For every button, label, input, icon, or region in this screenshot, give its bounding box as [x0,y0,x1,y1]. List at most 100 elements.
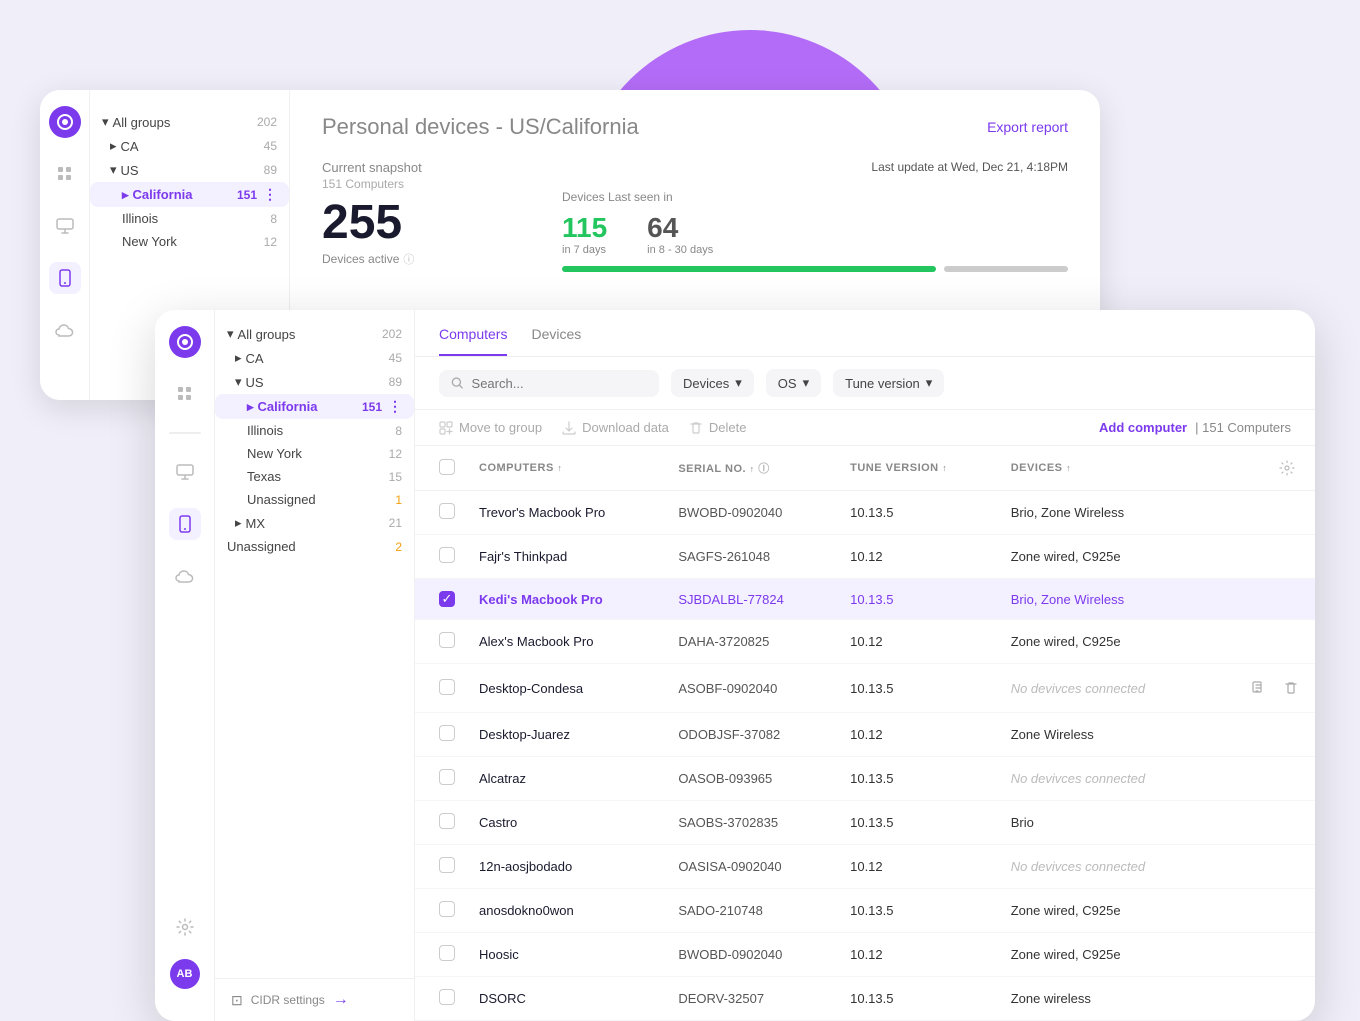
row-checkbox[interactable] [439,769,455,785]
devices-chevron-icon: ▾ [735,375,742,391]
table-row[interactable]: Fajr's ThinkpadSAGFS-26104810.12Zone wir… [415,535,1315,579]
row-edit-icon[interactable] [1247,676,1271,700]
table-row[interactable]: Alex's Macbook ProDAHA-372082510.12Zone … [415,620,1315,664]
row-checkbox-cell [415,757,467,801]
table-row[interactable]: HoosicBWOBD-090204010.12Zone wired, C925… [415,933,1315,977]
row-checkbox[interactable] [439,857,455,873]
front-tree-texas[interactable]: Texas 15 [215,465,414,488]
table-row[interactable]: Trevor's Macbook ProBWOBD-090204010.13.5… [415,491,1315,535]
back-device-icon[interactable] [49,262,81,294]
progress-bar-green [562,266,936,272]
front-tree-newyork[interactable]: New York 12 [215,442,414,465]
row-checkbox[interactable] [439,679,455,695]
row-checkbox[interactable] [439,725,455,741]
stat-gray-days: in 8 - 30 days [647,244,713,256]
row-actions [1221,676,1303,700]
row-checkbox[interactable] [439,945,455,961]
back-tree-illinois[interactable]: Illinois 8 [90,207,289,230]
front-logo-icon[interactable] [169,326,201,358]
table-row[interactable]: AlcatrazOASOB-09396510.13.5No devivces c… [415,757,1315,801]
export-report-button[interactable]: Export report [987,119,1068,135]
row-delete-icon[interactable] [1279,676,1303,700]
add-computer-button[interactable]: Add computer [1099,420,1187,435]
th-serial[interactable]: SERIAL NO. ↑ ⓘ [666,446,838,491]
front-avatar[interactable]: AB [170,959,200,989]
table-row[interactable]: anosdokno0wonSADO-21074810.13.5Zone wire… [415,889,1315,933]
back-sidebar-icons [40,90,90,400]
th-tune[interactable]: TUNE VERSION ↑ [838,446,999,491]
row-checkbox-cell: ✓ [415,579,467,620]
filters-row: Devices ▾ OS ▾ Tune version ▾ [415,357,1315,410]
search-input[interactable] [472,376,647,391]
serial-info-icon: ⓘ [758,463,770,475]
stat-gray: 64 in 8 - 30 days [647,212,713,256]
row-tune-version: 10.12 [838,933,999,977]
back-monitor-icon[interactable] [49,210,81,242]
table-row[interactable]: CastroSAOBS-370283510.13.5Brio [415,801,1315,845]
select-all-checkbox[interactable] [439,459,455,475]
devices-filter-button[interactable]: Devices ▾ [671,369,754,397]
front-device-icon[interactable] [169,508,201,540]
front-gear-icon[interactable] [169,911,201,943]
row-checkbox[interactable]: ✓ [439,591,455,607]
table-row[interactable]: Desktop-JuarezODOBJSF-3708210.12Zone Wir… [415,713,1315,757]
front-tree-ca[interactable]: ▸CA 45 [215,346,414,370]
front-tree-california[interactable]: ▸California 151 ⋮ [215,394,414,419]
front-tree-allgroups[interactable]: ▾All groups 202 [215,322,414,346]
th-devices[interactable]: DEVICES ↑ [999,446,1209,491]
front-main: Computers Devices Devices ▾ OS ▾ Tune ve [415,310,1315,1021]
front-tree-us[interactable]: ▾US 89 [215,370,414,394]
row-checkbox[interactable] [439,503,455,519]
th-actions [1209,446,1315,491]
back-tree-us[interactable]: ▾US 89 [90,158,289,182]
front-cloud-icon[interactable] [169,560,201,592]
back-tree-allgroups[interactable]: ▾All groups 202 [90,110,289,134]
tab-devices[interactable]: Devices [531,326,581,356]
row-checkbox[interactable] [439,901,455,917]
table-row[interactable]: Desktop-CondesaASOBF-090204010.13.5No de… [415,664,1315,713]
front-tree-unassigned2[interactable]: Unassigned 2 [215,535,414,558]
last-update: Last update at Wed, Dec 21, 4:18PM [562,160,1068,174]
th-computers[interactable]: COMPUTERS ↑ [467,446,666,491]
row-tune-version: 10.12 [838,620,999,664]
back-grid-icon[interactable] [49,158,81,190]
row-actions-cell [1209,713,1315,757]
front-tree-mx[interactable]: ▸MX 21 [215,511,414,535]
row-actions-cell [1209,845,1315,889]
row-checkbox[interactable] [439,813,455,829]
search-box[interactable] [439,370,659,397]
row-devices: Zone Wireless [999,713,1209,757]
front-tree-unassigned1[interactable]: Unassigned 1 [215,488,414,511]
download-data-button[interactable]: Download data [562,420,669,435]
row-checkbox[interactable] [439,632,455,648]
back-logo-icon[interactable] [49,106,81,138]
front-tree-illinois[interactable]: Illinois 8 [215,419,414,442]
cidr-settings-bar[interactable]: ⊡ CIDR settings → [215,978,415,1021]
back-tree-newyork[interactable]: New York 12 [90,230,289,253]
row-devices: No devivces connected [999,757,1209,801]
table-row[interactable]: DSORCDEORV-3250710.13.5Zone wireless [415,977,1315,1021]
table-row[interactable]: ✓Kedi's Macbook ProSJBDALBL-7782410.13.5… [415,579,1315,620]
row-devices: No devivces connected [999,664,1209,713]
stat-green-days: in 7 days [562,244,607,256]
move-to-group-button[interactable]: Move to group [439,420,542,435]
row-computer-name: Kedi's Macbook Pro [467,579,666,620]
back-cloud-icon[interactable] [49,314,81,346]
table-row[interactable]: 12n-aosjbodadoOASISA-090204010.12No devi… [415,845,1315,889]
back-tree-california[interactable]: ▸California 151 ⋮ [90,182,289,207]
tune-version-filter-button[interactable]: Tune version ▾ [833,369,944,397]
row-checkbox-cell [415,713,467,757]
tune-sort-icon: ↑ [942,463,947,473]
tab-computers[interactable]: Computers [439,326,507,356]
row-checkbox[interactable] [439,989,455,1005]
delete-button[interactable]: Delete [689,420,747,435]
table-gear-icon[interactable] [1221,456,1303,480]
front-grid-icon[interactable] [169,378,201,410]
back-tree-ca[interactable]: ▸CA 45 [90,134,289,158]
row-devices: Brio, Zone Wireless [999,579,1209,620]
front-monitor-icon[interactable] [169,456,201,488]
os-filter-button[interactable]: OS ▾ [766,369,821,397]
row-checkbox-cell [415,845,467,889]
row-checkbox[interactable] [439,547,455,563]
row-devices: Brio [999,801,1209,845]
